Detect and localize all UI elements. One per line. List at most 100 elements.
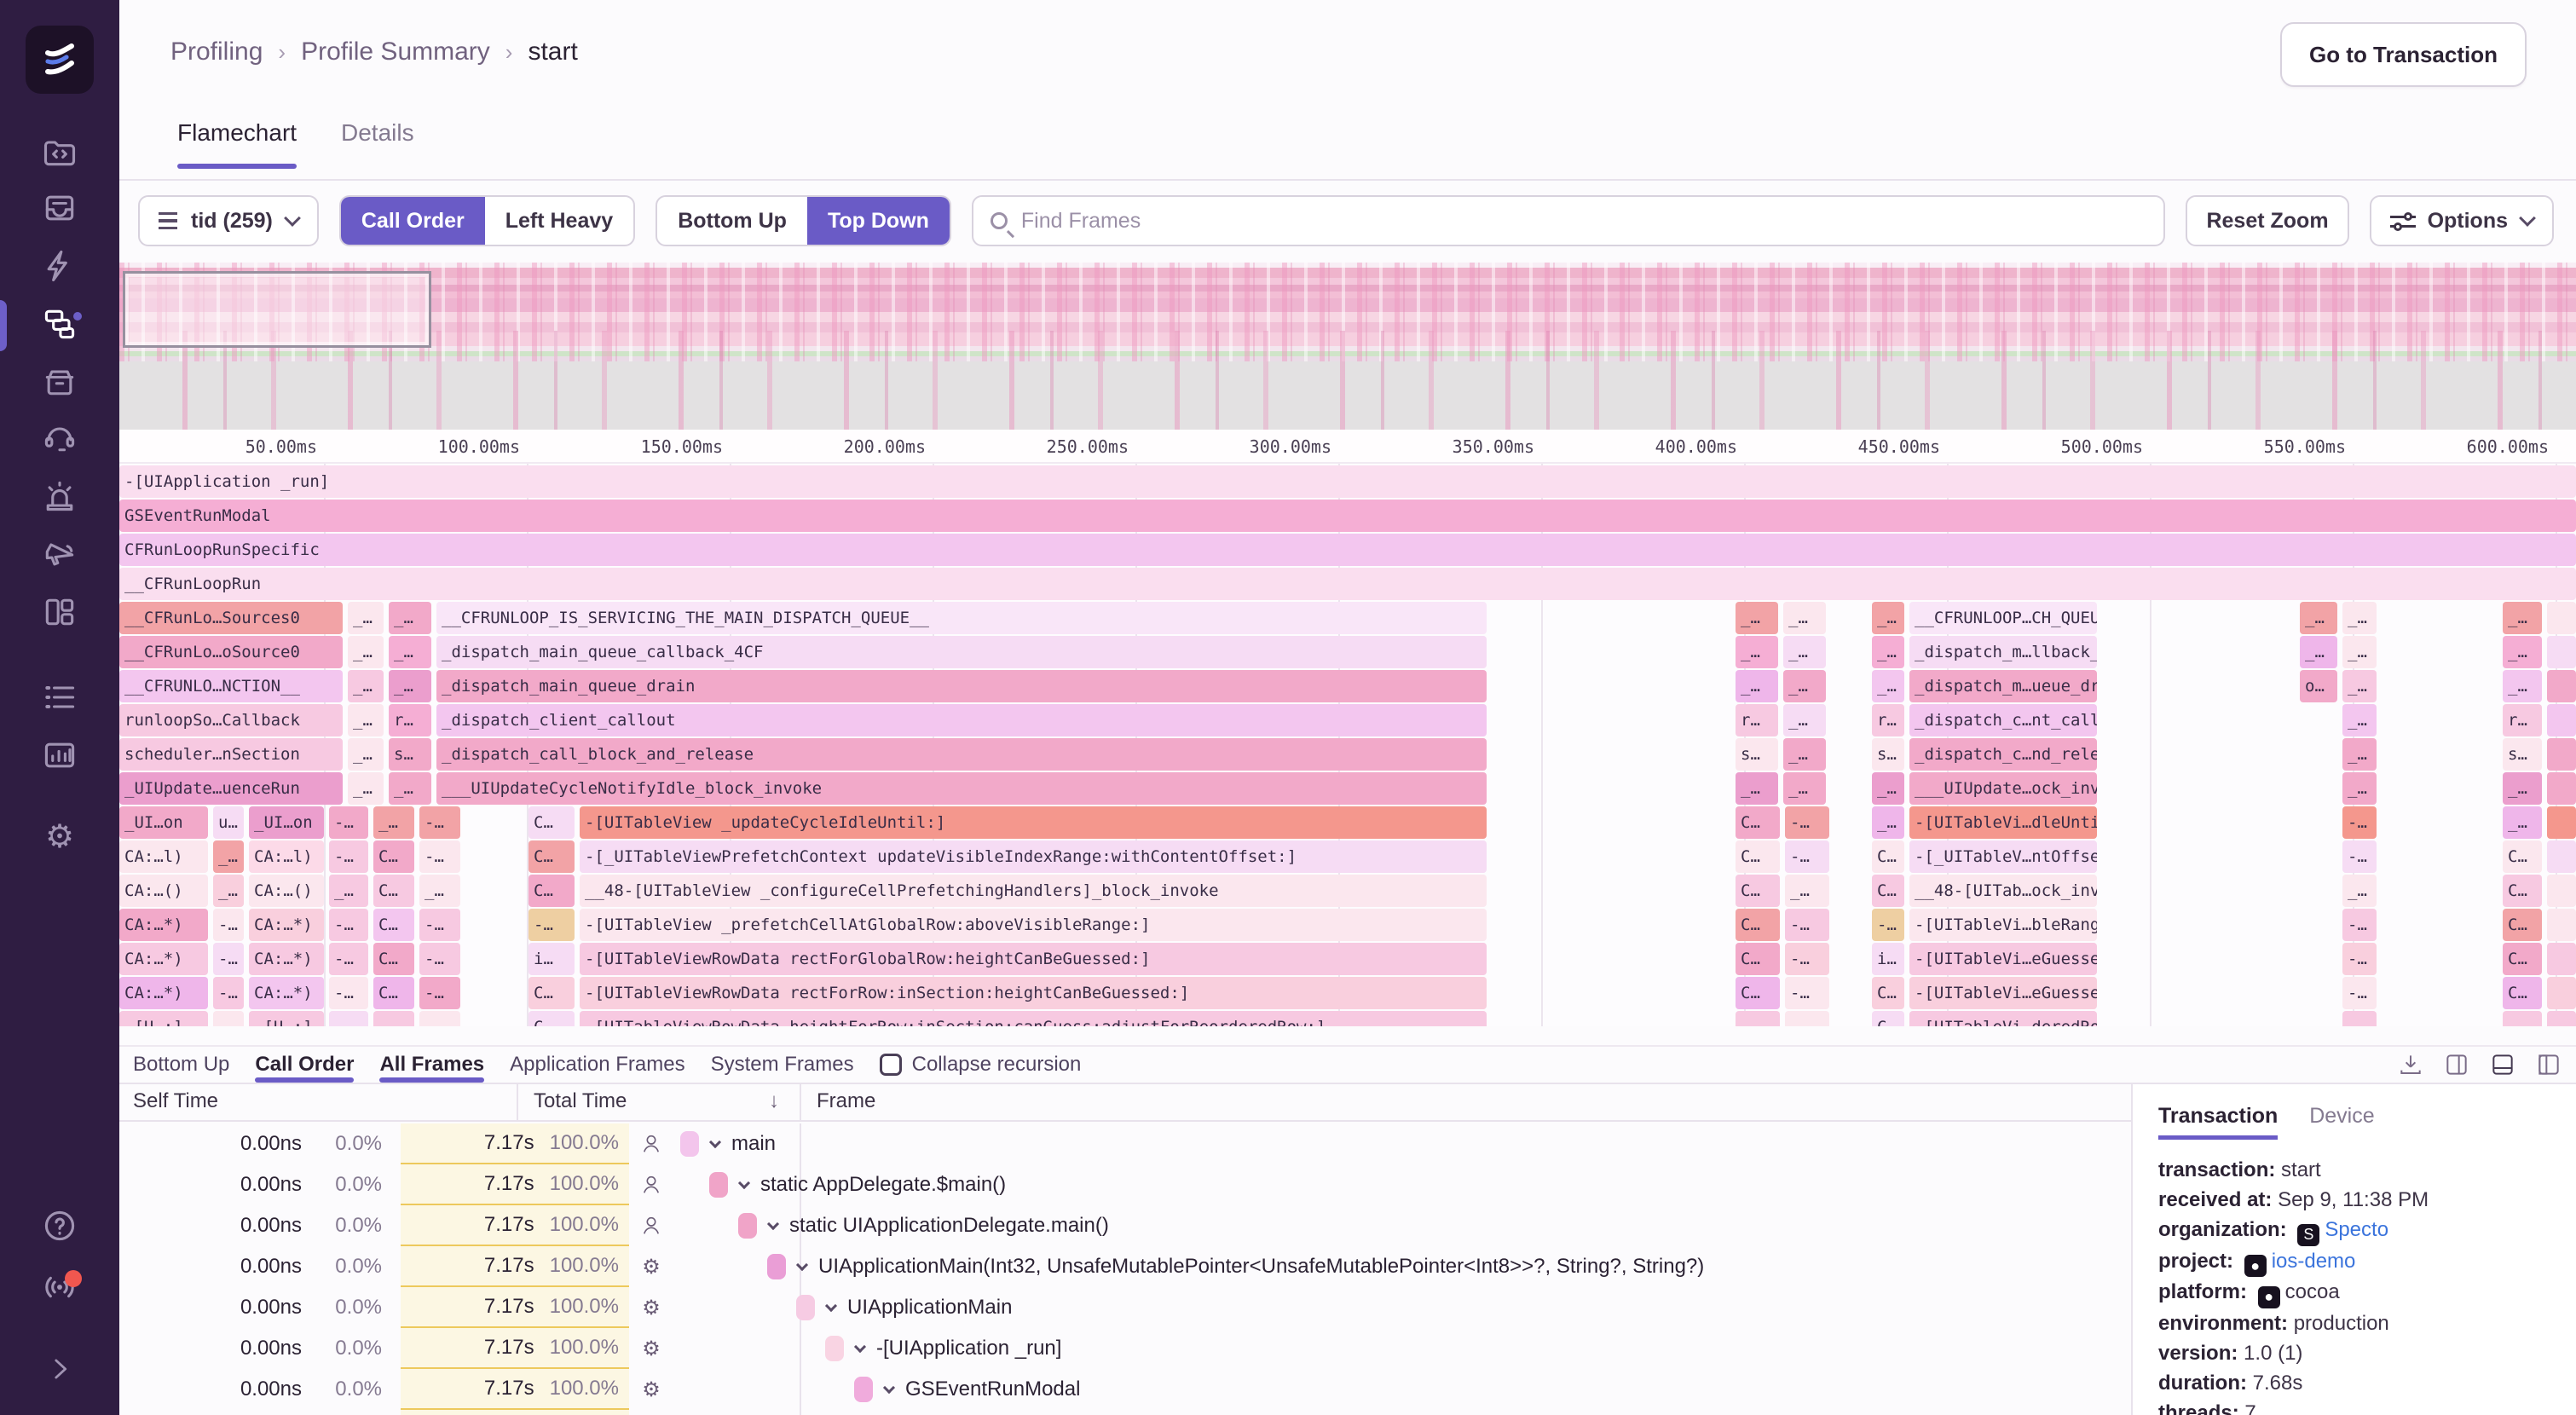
sentry-logo[interactable] (26, 26, 94, 94)
flame-cell[interactable]: -… (213, 1011, 244, 1026)
flame-cell[interactable]: s… (2503, 738, 2542, 771)
table-row[interactable]: 0.00ns0.0%7.17s100.0%static UIApplicatio… (119, 1205, 2131, 1246)
thread-selector[interactable]: tid (259) (138, 195, 319, 246)
frame-tab-call-order[interactable]: Call Order (255, 1047, 354, 1083)
frame-tab-bottom-up[interactable]: Bottom Up (133, 1047, 229, 1083)
chevron-down-icon[interactable] (709, 1136, 721, 1148)
flame-cell[interactable]: CA:…*) (119, 977, 208, 1009)
flame-cell[interactable]: -… (329, 840, 368, 873)
flame-cell[interactable]: r… (389, 704, 431, 736)
flame-cell[interactable]: C… (1736, 806, 1780, 839)
sidebar-item-performance[interactable] (0, 244, 119, 288)
flame-cell[interactable]: _… (2342, 602, 2377, 634)
flame-cell[interactable]: -… (213, 943, 244, 975)
flame-cell[interactable]: -[U…:] (119, 1011, 208, 1026)
flame-cell[interactable]: C… (2503, 875, 2542, 907)
flame-cell[interactable]: -[UIApplication _run] (119, 465, 2576, 498)
reset-zoom-button[interactable]: Reset Zoom (2186, 195, 2348, 246)
flame-cell[interactable]: u… (213, 806, 244, 839)
flame-cell[interactable]: CA:…() (249, 875, 324, 907)
flame-cell[interactable]: CA:…*) (249, 909, 324, 941)
flame-cell[interactable]: _dispatch_client_callout (436, 704, 1487, 736)
flame-cell[interactable]: -… (2342, 977, 2377, 1009)
tab-device[interactable]: Device (2309, 1104, 2374, 1135)
flame-cell[interactable]: _dispatch_m…llback_4CF (1909, 636, 2097, 668)
flame-cell[interactable]: _… (1736, 602, 1778, 634)
flamechart-minimap[interactable] (119, 263, 2576, 430)
flame-cell[interactable]: __CFRunLo…Sources0 (119, 602, 343, 634)
flame-cell[interactable]: _… (2503, 670, 2542, 702)
flame-cell[interactable]: _… (1783, 772, 1826, 805)
chevron-down-icon[interactable] (854, 1341, 866, 1353)
flame-cell[interactable]: __48-[UITab…ock_invoke (1909, 875, 2097, 907)
flame-cell[interactable]: -… (2342, 1011, 2377, 1026)
table-row[interactable]: 0.00ns0.0%7.17s100.0%main (119, 1123, 2131, 1164)
flame-cell[interactable]: -[UITableVi…deredRow:] (1909, 1011, 2097, 1026)
sidebar-item-issues[interactable] (0, 186, 119, 230)
chevron-down-icon[interactable] (767, 1218, 779, 1230)
flame-cell[interactable] (2547, 602, 2576, 634)
table-row[interactable]: 0.00ns0.0%7.17s100.0%⚙CFRunLoopRunSpecif… (119, 1410, 2131, 1415)
flame-cell[interactable]: _… (1872, 806, 1904, 839)
flame-cell[interactable]: _dispatch_main_queue_callback_4CF (436, 636, 1487, 668)
flame-cell[interactable]: -… (1785, 977, 1829, 1009)
flame-cell[interactable]: _… (2503, 806, 2542, 839)
tab-flamechart[interactable]: Flamechart (177, 119, 297, 147)
flame-cell[interactable]: _… (213, 840, 244, 873)
flame-cell[interactable]: _… (2342, 875, 2377, 907)
flame-cell[interactable]: _… (1783, 738, 1826, 771)
sidebar-item-settings[interactable]: ⚙ (0, 815, 119, 859)
flame-cell[interactable]: -… (419, 840, 460, 873)
flame-cell[interactable]: _… (2503, 772, 2542, 805)
frame-tab-application-frames[interactable]: Application Frames (510, 1047, 684, 1083)
minimap-selection[interactable] (123, 271, 431, 348)
flame-cell[interactable]: _… (348, 738, 384, 771)
flame-cell[interactable]: -[UITableView _updateCycleIdleUntil:] (580, 806, 1487, 839)
flame-cell[interactable]: _… (373, 806, 414, 839)
tab-transaction[interactable]: Transaction (2158, 1104, 2278, 1140)
flame-cell[interactable]: C… (373, 875, 414, 907)
flame-cell[interactable] (2547, 806, 2576, 839)
flame-cell[interactable]: C… (1872, 977, 1904, 1009)
frame-tab-system-frames[interactable]: System Frames (711, 1047, 854, 1083)
frame-header[interactable]: Frame (817, 1089, 875, 1113)
chevron-down-icon[interactable] (738, 1177, 750, 1189)
sidebar-item-user-feedback[interactable] (0, 416, 119, 460)
flame-cell[interactable] (2547, 875, 2576, 907)
flame-cell[interactable]: _dispatch_call_block_and_release (436, 738, 1487, 771)
flame-cell[interactable]: -[UITableViewRowData rectForGlobalRow:he… (580, 943, 1487, 975)
flame-cell[interactable]: _… (389, 602, 431, 634)
sort-arrow-icon[interactable]: ↓ (769, 1089, 779, 1113)
flame-cell[interactable]: r… (1736, 704, 1778, 736)
flame-cell[interactable]: _… (2342, 670, 2377, 702)
chevron-down-icon[interactable] (796, 1259, 808, 1271)
flame-cell[interactable] (2547, 1011, 2576, 1026)
flame-cell[interactable]: _dispatch_main_queue_drain (436, 670, 1487, 702)
flame-cell[interactable]: C… (373, 977, 414, 1009)
flame-cell[interactable]: C… (2503, 840, 2542, 873)
flame-cell[interactable]: -[UITableVi…dleUntil:] (1909, 806, 2097, 839)
frame-tab-all-frames[interactable]: All Frames (379, 1047, 484, 1083)
flame-cell[interactable]: -… (2342, 909, 2377, 941)
flame-cell[interactable]: _… (2342, 738, 2377, 771)
flame-cell[interactable]: s… (1736, 738, 1778, 771)
flame-cell[interactable]: __CFRUNLOOP_IS_SERVICING_THE_MAIN_DISPAT… (436, 602, 1487, 634)
flame-cell[interactable]: s… (1872, 738, 1904, 771)
flame-cell[interactable]: -… (419, 943, 460, 975)
flame-cell[interactable]: -[UITableView _prefetchCellAtGlobalRow:a… (580, 909, 1487, 941)
left-heavy-button[interactable]: Left Heavy (485, 197, 633, 245)
chevron-down-icon[interactable] (825, 1300, 837, 1312)
flame-cell[interactable]: _… (1783, 670, 1826, 702)
flame-cell[interactable]: C… (1872, 875, 1904, 907)
layout-bottom-icon[interactable] (2489, 1051, 2516, 1078)
flame-cell[interactable]: _… (2503, 636, 2542, 668)
flame-cell[interactable]: -… (528, 909, 575, 941)
flame-cell[interactable]: C… (1736, 977, 1780, 1009)
frame-name[interactable]: UIApplicationMain(Int32, UnsafeMutablePo… (818, 1255, 1704, 1279)
sidebar-item-activity[interactable] (0, 675, 119, 719)
flame-cell[interactable]: C… (528, 840, 575, 873)
flame-cell[interactable]: -… (2342, 840, 2377, 873)
flame-cell[interactable]: __CFRUNLOOP…CH_QUEUE__ (1909, 602, 2097, 634)
flame-cell[interactable]: -… (1872, 909, 1904, 941)
flame-cell[interactable]: -[U…:] (249, 1011, 324, 1026)
